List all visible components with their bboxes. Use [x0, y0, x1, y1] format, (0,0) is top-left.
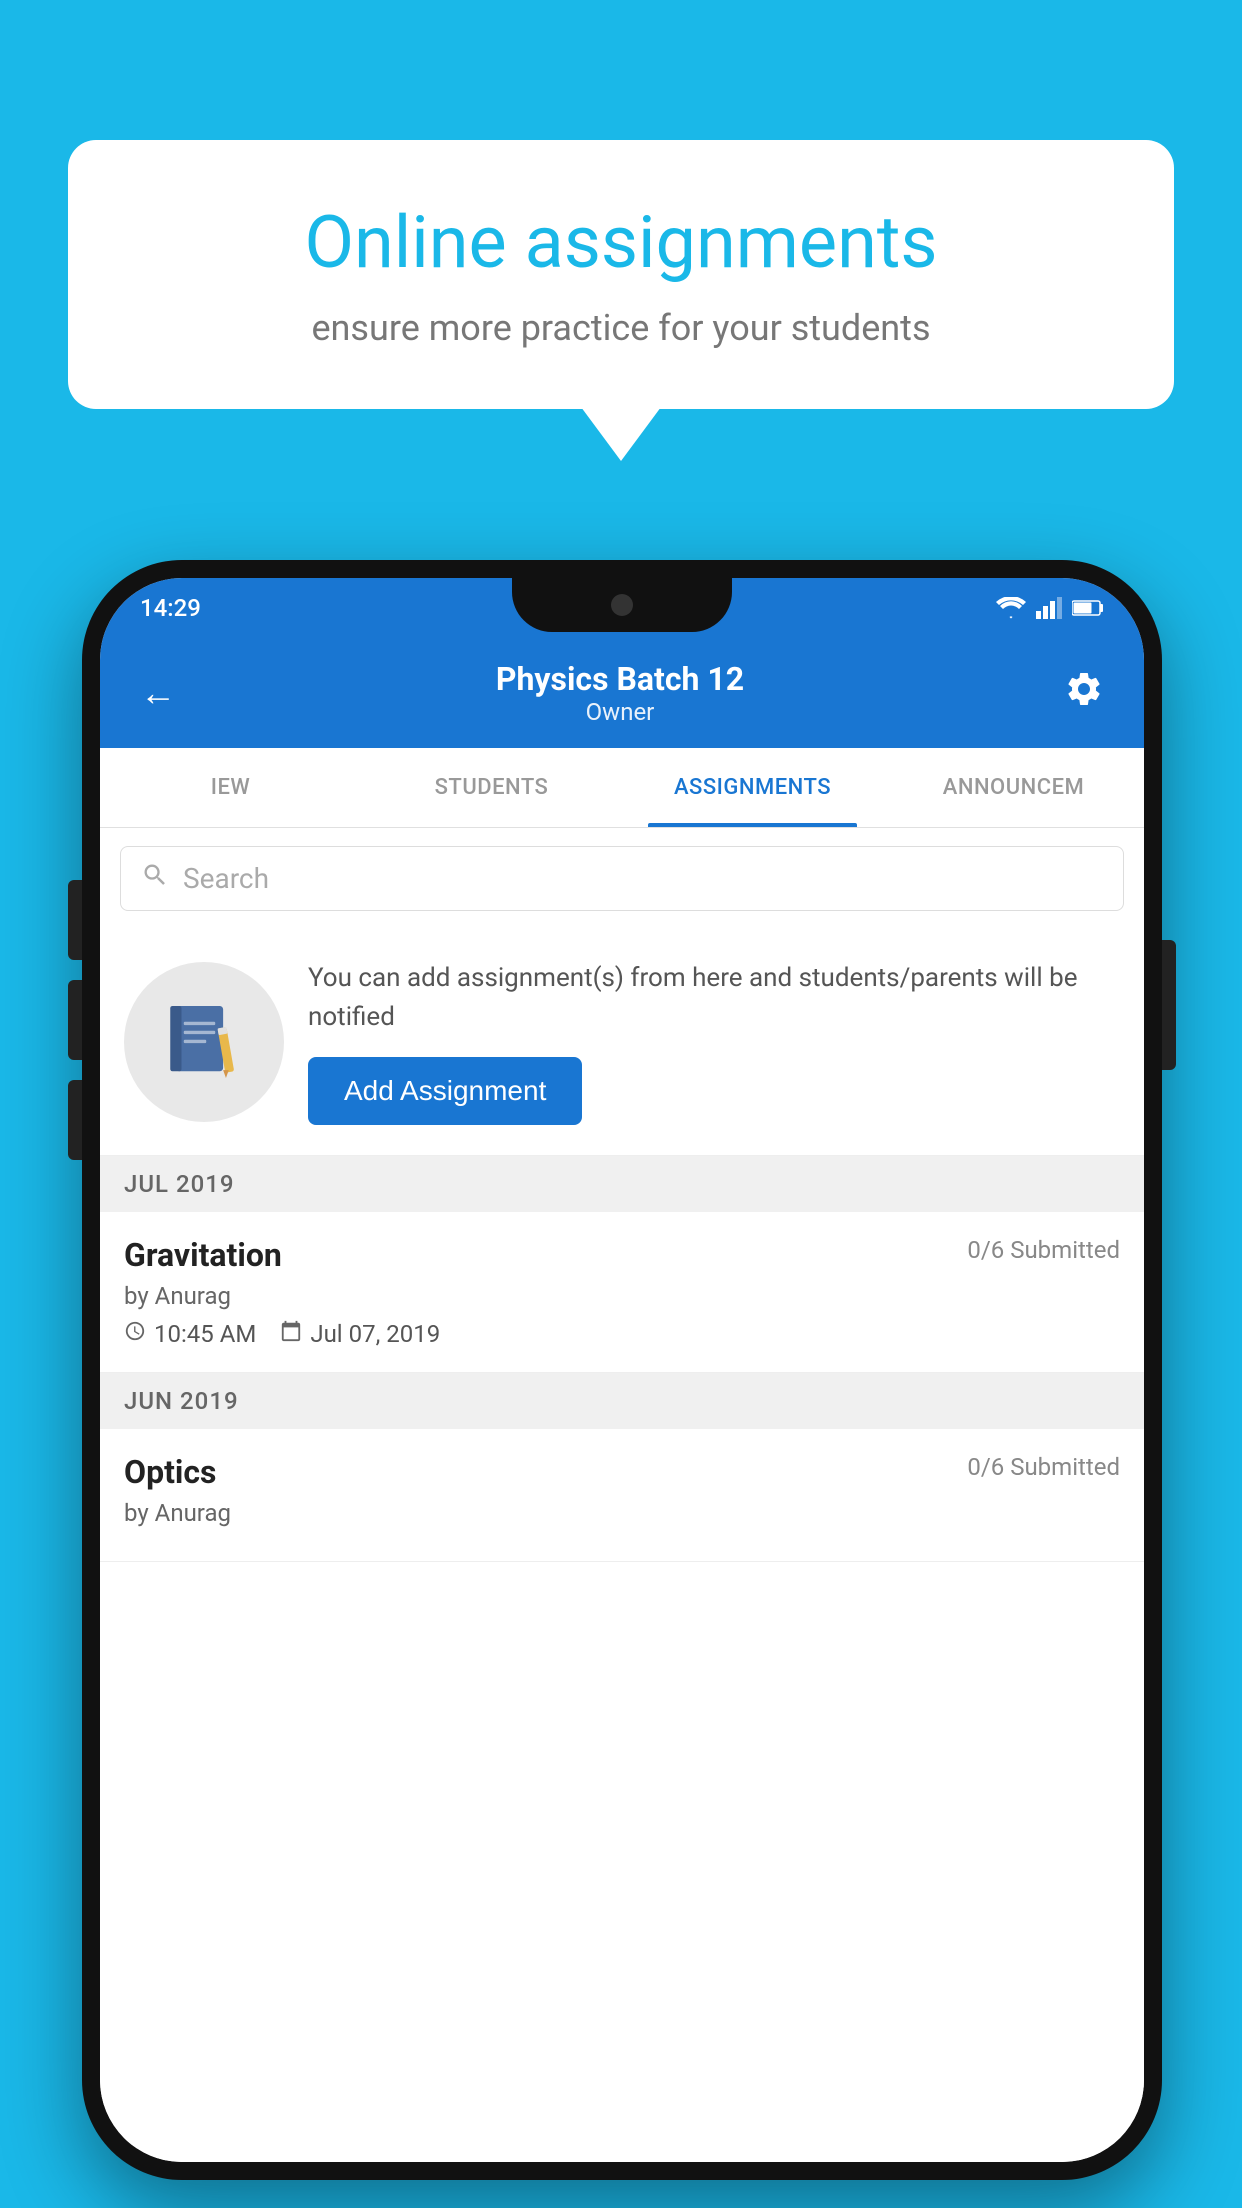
search-bar[interactable]: Search	[120, 846, 1124, 911]
assignment-gravitation-meta: 10:45 AM Jul 07, 2019	[124, 1320, 1120, 1348]
status-time: 14:29	[140, 594, 201, 622]
tab-iew[interactable]: IEW	[100, 748, 361, 827]
promo-text-area: You can add assignment(s) from here and …	[308, 959, 1120, 1125]
section-header-jul: JUL 2019	[100, 1156, 1144, 1212]
content-area: Search	[100, 828, 1144, 2162]
promo-icon-circle	[124, 962, 284, 1122]
assignment-gravitation-header: Gravitation 0/6 Submitted	[124, 1236, 1120, 1274]
assignment-gravitation-time-text: 10:45 AM	[154, 1320, 256, 1348]
assignment-optics-header: Optics 0/6 Submitted	[124, 1453, 1120, 1491]
promo-section: You can add assignment(s) from here and …	[100, 929, 1144, 1156]
promo-description: You can add assignment(s) from here and …	[308, 959, 1120, 1037]
search-placeholder: Search	[183, 862, 269, 895]
gear-icon	[1064, 669, 1104, 709]
clock-icon	[124, 1320, 146, 1348]
speech-bubble-subtitle: ensure more practice for your students	[138, 307, 1104, 349]
battery-icon	[1072, 599, 1104, 617]
status-icons	[996, 597, 1104, 619]
app-bar-title: Physics Batch 12	[186, 660, 1054, 698]
calendar-icon	[280, 1320, 302, 1348]
app-bar-subtitle: Owner	[186, 698, 1054, 726]
search-icon	[141, 861, 169, 896]
assignment-item-gravitation[interactable]: Gravitation 0/6 Submitted by Anurag 10:4…	[100, 1212, 1144, 1373]
phone-wrapper: 14:29	[82, 560, 1162, 2180]
speech-bubble-container: Online assignments ensure more practice …	[68, 140, 1174, 409]
phone-screen: 14:29	[100, 578, 1144, 2162]
signal-icon	[1036, 597, 1062, 619]
notch-camera	[611, 594, 633, 616]
assignment-optics-submitted: 0/6 Submitted	[967, 1453, 1120, 1481]
assignment-item-optics[interactable]: Optics 0/6 Submitted by Anurag	[100, 1429, 1144, 1562]
assignment-gravitation-date-text: Jul 07, 2019	[310, 1320, 440, 1348]
tab-assignments[interactable]: ASSIGNMENTS	[622, 748, 883, 827]
settings-button[interactable]	[1054, 659, 1114, 728]
notch	[512, 578, 732, 632]
tab-announcements[interactable]: ANNOUNCEM	[883, 748, 1144, 827]
speech-bubble: Online assignments ensure more practice …	[68, 140, 1174, 409]
back-button[interactable]: ←	[130, 662, 186, 724]
section-header-jun: JUN 2019	[100, 1373, 1144, 1429]
search-bar-container: Search	[100, 828, 1144, 929]
app-bar: ← Physics Batch 12 Owner	[100, 638, 1144, 748]
tabs-bar: IEW STUDENTS ASSIGNMENTS ANNOUNCEM	[100, 748, 1144, 828]
wifi-icon	[996, 597, 1026, 619]
tab-students[interactable]: STUDENTS	[361, 748, 622, 827]
speech-bubble-title: Online assignments	[138, 200, 1104, 285]
assignment-gravitation-time: 10:45 AM	[124, 1320, 256, 1348]
assignment-optics-author: by Anurag	[124, 1499, 1120, 1527]
assignment-gravitation-author: by Anurag	[124, 1282, 1120, 1310]
assignment-gravitation-title: Gravitation	[124, 1236, 282, 1274]
assignment-gravitation-submitted: 0/6 Submitted	[967, 1236, 1120, 1264]
notebook-svg-icon	[159, 997, 249, 1087]
assignment-gravitation-date: Jul 07, 2019	[280, 1320, 440, 1348]
phone-outer: 14:29	[82, 560, 1162, 2180]
app-bar-title-area: Physics Batch 12 Owner	[186, 660, 1054, 726]
add-assignment-button[interactable]: Add Assignment	[308, 1057, 582, 1125]
assignment-optics-title: Optics	[124, 1453, 216, 1491]
